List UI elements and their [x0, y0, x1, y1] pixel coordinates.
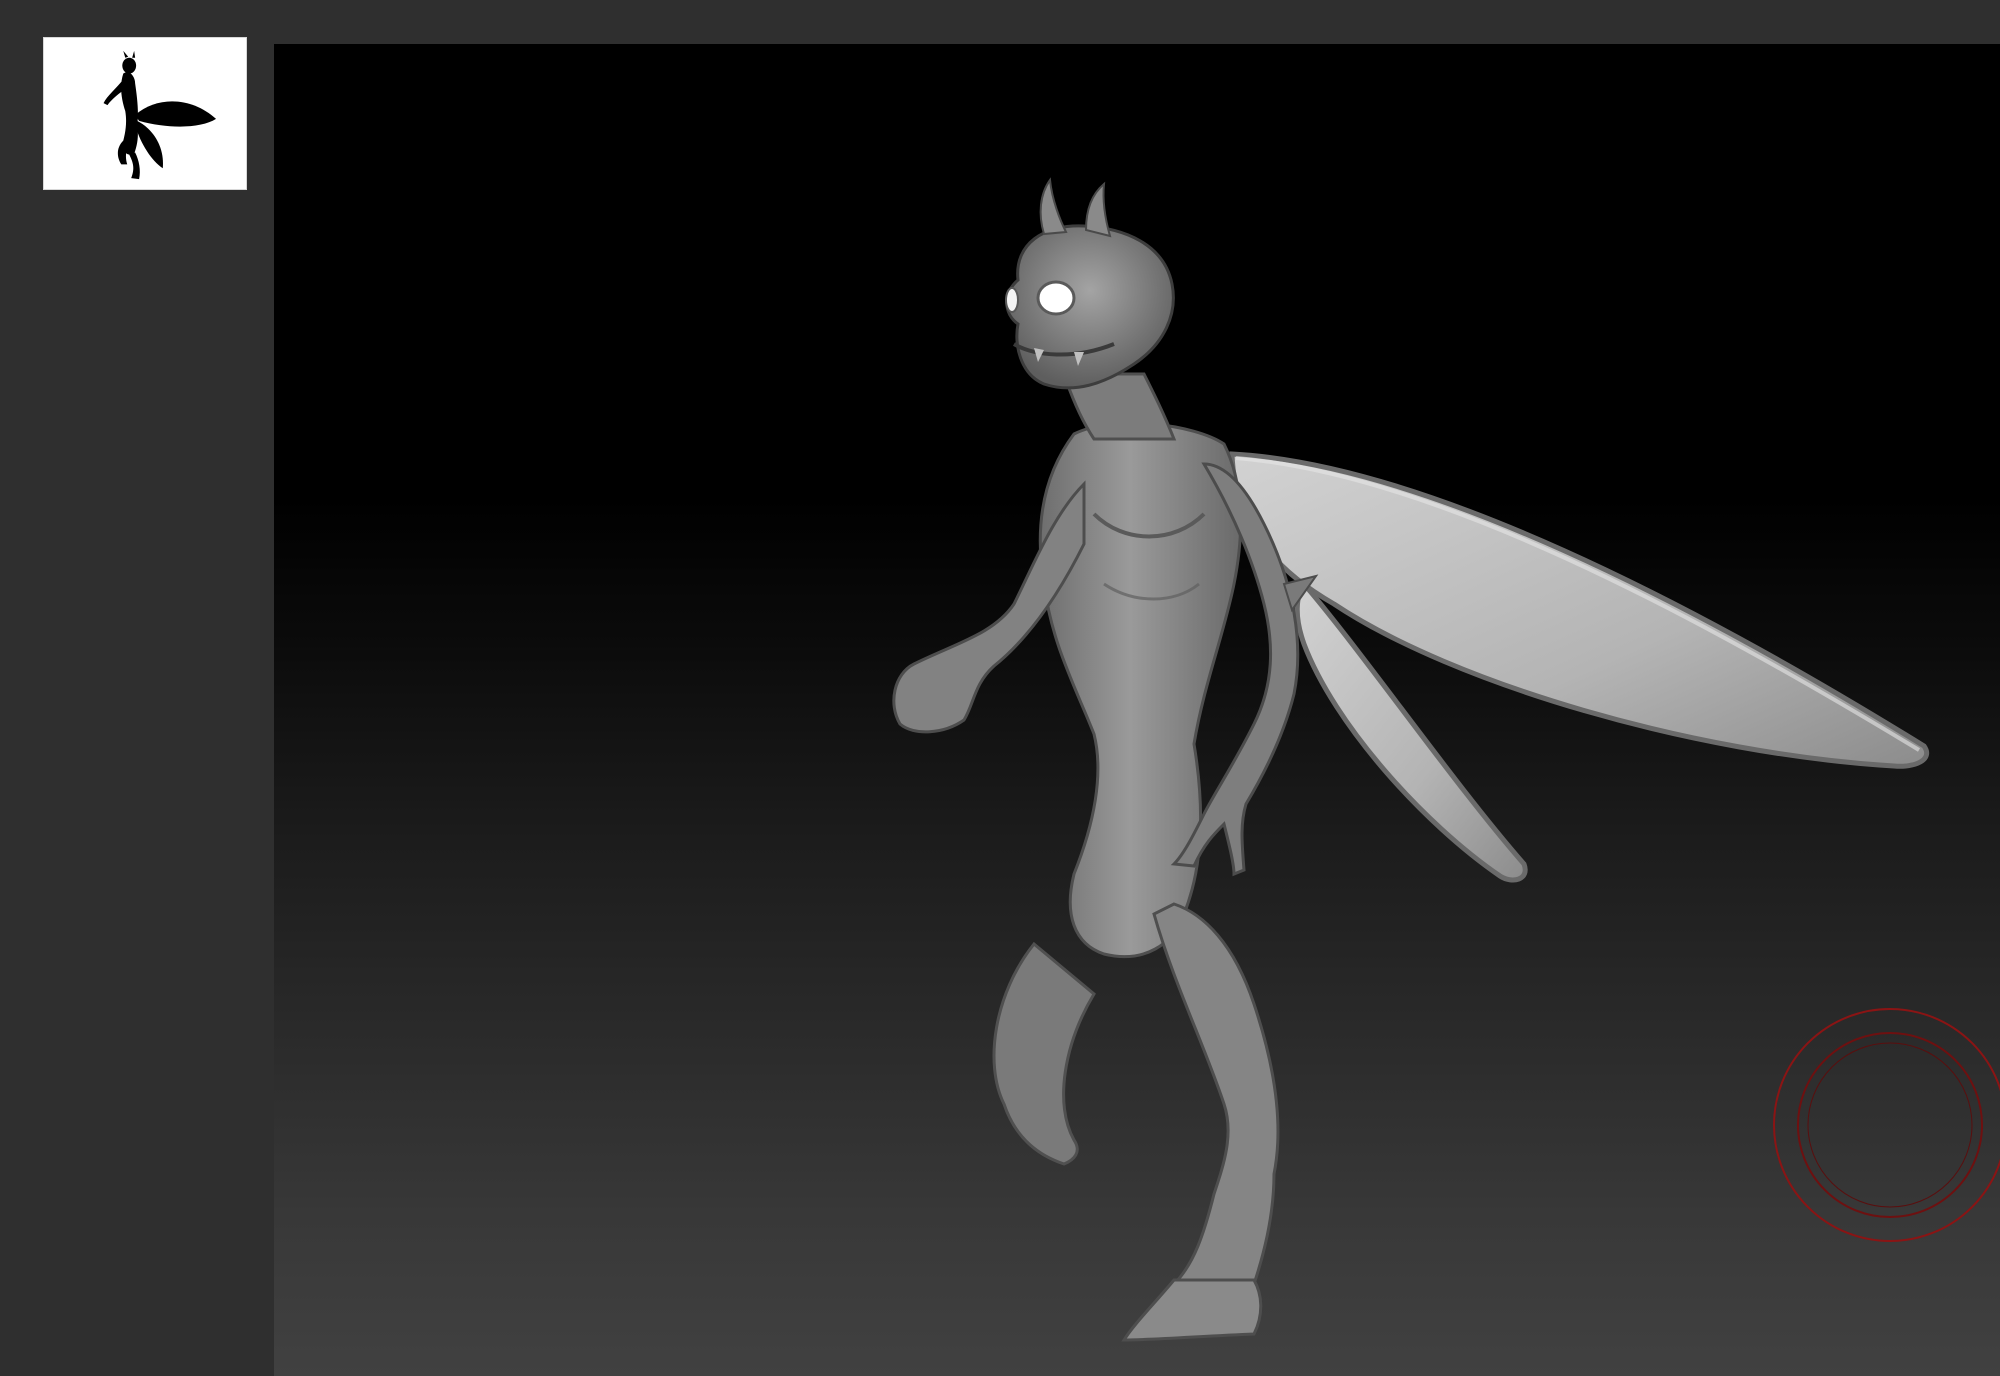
rotation-gizmo-icon[interactable] [1770, 1005, 2000, 1245]
eye-left [1036, 280, 1076, 316]
eye-right [1005, 287, 1019, 313]
head [1005, 224, 1175, 390]
left-horn [1039, 177, 1068, 236]
top-toolbar-strip [0, 0, 2000, 44]
left-tool-panel [0, 0, 274, 1376]
creature-model [892, 177, 1929, 1342]
sculpting-app-window [0, 0, 2000, 1376]
back-leg [992, 941, 1096, 1166]
3d-viewport[interactable] [274, 44, 2000, 1376]
upper-wing [1229, 451, 1929, 769]
fairy-silhouette-icon [103, 50, 217, 180]
navigation-thumbnail[interactable] [43, 37, 247, 190]
front-leg [1152, 902, 1280, 1292]
right-horn [1084, 181, 1112, 238]
